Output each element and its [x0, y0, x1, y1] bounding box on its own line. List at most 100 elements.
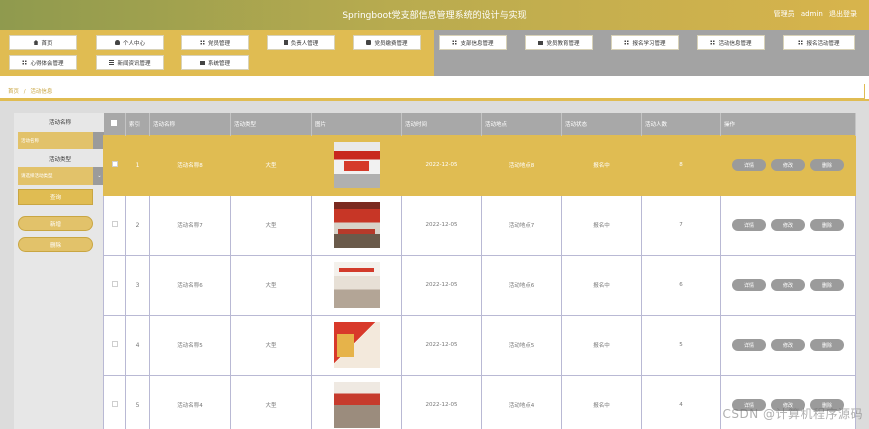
- table-row[interactable]: 2 活动名称7 大型 2022-12-05 活动地点7 报名中 7 详情 修改 …: [103, 194, 856, 256]
- edit-button[interactable]: 修改: [771, 339, 805, 351]
- row-checkbox[interactable]: [111, 161, 118, 167]
- row-index: 1: [125, 134, 150, 196]
- home-icon: [33, 40, 39, 45]
- row-activity-count: 5: [641, 314, 721, 376]
- grid-icon: [624, 40, 630, 45]
- user-info: 管理员 admin 退出登录: [770, 9, 857, 19]
- nav-item-activity-signup[interactable]: 报名活动管理: [783, 35, 855, 50]
- row-index: 2: [125, 194, 150, 256]
- col-header: 图片: [311, 113, 402, 135]
- row-checkbox[interactable]: [111, 341, 118, 347]
- select-all-header[interactable]: [103, 113, 126, 135]
- nav-item-label: 活动信息管理: [718, 40, 752, 47]
- add-button[interactable]: 新增: [18, 216, 93, 231]
- grid-icon: [199, 40, 205, 45]
- col-header: 活动地点: [481, 113, 562, 135]
- row-activity-status: 报名中: [561, 254, 642, 316]
- table-row[interactable]: 4 活动名称5 大型 2022-12-05 活动地点5 报名中 5 详情 修改 …: [103, 314, 856, 376]
- app-title: Springboot党支部信息管理系统的设计与实现: [342, 11, 527, 21]
- nav-item-system[interactable]: 系统管理: [181, 55, 249, 70]
- detail-button[interactable]: 详情: [732, 279, 766, 291]
- nav-item-education[interactable]: 党员教育管理: [525, 35, 593, 50]
- nav-item-profile[interactable]: 个人中心: [96, 35, 164, 50]
- logout-link[interactable]: 退出登录: [829, 10, 857, 18]
- row-activity-place: 活动地点5: [481, 314, 562, 376]
- detail-button[interactable]: 详情: [732, 159, 766, 171]
- batch-delete-button[interactable]: 删除: [18, 237, 93, 252]
- col-header: 操作: [720, 113, 856, 135]
- activity-image: [333, 382, 380, 428]
- grid-icon: [452, 40, 458, 45]
- row-activity-count: 8: [641, 134, 721, 196]
- detail-button[interactable]: 详情: [732, 219, 766, 231]
- table-row[interactable]: 3 活动名称6 大型 2022-12-05 活动地点6 报名中 6 详情 修改 …: [103, 254, 856, 316]
- edit-button[interactable]: 修改: [771, 279, 805, 291]
- delete-button[interactable]: 删除: [810, 279, 844, 291]
- edit-button[interactable]: 修改: [771, 159, 805, 171]
- row-checkbox[interactable]: [111, 281, 118, 287]
- nav-item-activity-info[interactable]: 活动信息管理: [697, 35, 765, 50]
- nav-item-leaders[interactable]: 负责人管理: [267, 35, 335, 50]
- row-activity-place: 活动地点7: [481, 194, 562, 256]
- lock-icon: [366, 40, 372, 45]
- row-activity-name: 活动名称8: [149, 134, 231, 196]
- row-activity-name: 活动名称4: [149, 374, 231, 429]
- col-header: 活动人数: [641, 113, 721, 135]
- table-row[interactable]: 1 活动名称8 大型 2022-12-05 活动地点8 报名中 8 详情 修改 …: [103, 134, 856, 196]
- row-activity-time: 2022-12-05: [401, 134, 482, 196]
- nav-item-label: 党员教育管理: [546, 40, 580, 47]
- grid-icon: [22, 60, 28, 65]
- nav-item-branch[interactable]: 支部信息管理: [439, 35, 507, 50]
- nav-item-news[interactable]: 新闻资讯管理: [96, 55, 164, 70]
- user-role: 管理员: [773, 10, 795, 18]
- nav-item-members[interactable]: 党员管理: [181, 35, 249, 50]
- row-activity-type: 大型: [230, 314, 312, 376]
- row-activity-count: 6: [641, 254, 721, 316]
- breadcrumb-separator: /: [23, 89, 26, 95]
- nav-item-dues[interactable]: 党员缴费管理: [353, 35, 421, 50]
- select-all-checkbox[interactable]: [111, 119, 118, 126]
- delete-button[interactable]: 删除: [810, 339, 844, 351]
- activity-table: 索引 活动名称 活动类型 图片 活动时间 活动地点 活动状态 活动人数 操作 1…: [103, 113, 856, 429]
- query-button[interactable]: 查询: [18, 189, 93, 205]
- row-activity-count: 7: [641, 194, 721, 256]
- user-icon: [114, 40, 120, 45]
- nav-item-label: 报名学习管理: [632, 40, 666, 47]
- nav-item-label: 报名活动管理: [806, 40, 840, 47]
- row-index: 4: [125, 314, 150, 376]
- nav-item-label: 党员管理: [207, 40, 230, 47]
- nav-item-label: 个人中心: [122, 40, 145, 47]
- activity-type-select[interactable]: 请选择活动类型: [18, 167, 93, 185]
- delete-button[interactable]: 删除: [810, 219, 844, 231]
- nav-item-label: 首页: [41, 40, 53, 47]
- list-icon: [109, 60, 115, 65]
- nav-item-label: 党员缴费管理: [374, 40, 408, 47]
- row-activity-type: 大型: [230, 194, 312, 256]
- row-activity-status: 报名中: [561, 194, 642, 256]
- row-activity-time: 2022-12-05: [401, 314, 482, 376]
- nav-item-study-signup[interactable]: 报名学习管理: [611, 35, 679, 50]
- breadcrumb-home[interactable]: 首页: [8, 89, 19, 95]
- name-filter-label: 活动名称: [48, 120, 71, 126]
- row-checkbox[interactable]: [111, 221, 118, 227]
- row-activity-place: 活动地点4: [481, 374, 562, 429]
- edit-button[interactable]: 修改: [771, 219, 805, 231]
- nav-item-home[interactable]: 首页: [9, 35, 77, 50]
- col-header: 活动状态: [561, 113, 642, 135]
- nav-item-label: 负责人管理: [290, 40, 319, 47]
- row-checkbox[interactable]: [111, 401, 118, 407]
- row-activity-name: 活动名称5: [149, 314, 231, 376]
- activity-image: [333, 322, 380, 368]
- grid-icon: [710, 40, 716, 45]
- activity-name-input[interactable]: 活动名称: [18, 132, 93, 149]
- breadcrumb: 首页 / 活动信息: [0, 84, 865, 99]
- delete-button[interactable]: 删除: [810, 159, 844, 171]
- row-activity-type: 大型: [230, 134, 312, 196]
- col-header: 索引: [125, 113, 150, 135]
- activity-image: [333, 262, 380, 308]
- breadcrumb-current: 活动信息: [30, 89, 53, 95]
- nav-item-experience[interactable]: 心得体会管理: [9, 55, 77, 70]
- detail-button[interactable]: 详情: [732, 339, 766, 351]
- row-activity-count: 4: [641, 374, 721, 429]
- monitor-icon: [199, 60, 205, 65]
